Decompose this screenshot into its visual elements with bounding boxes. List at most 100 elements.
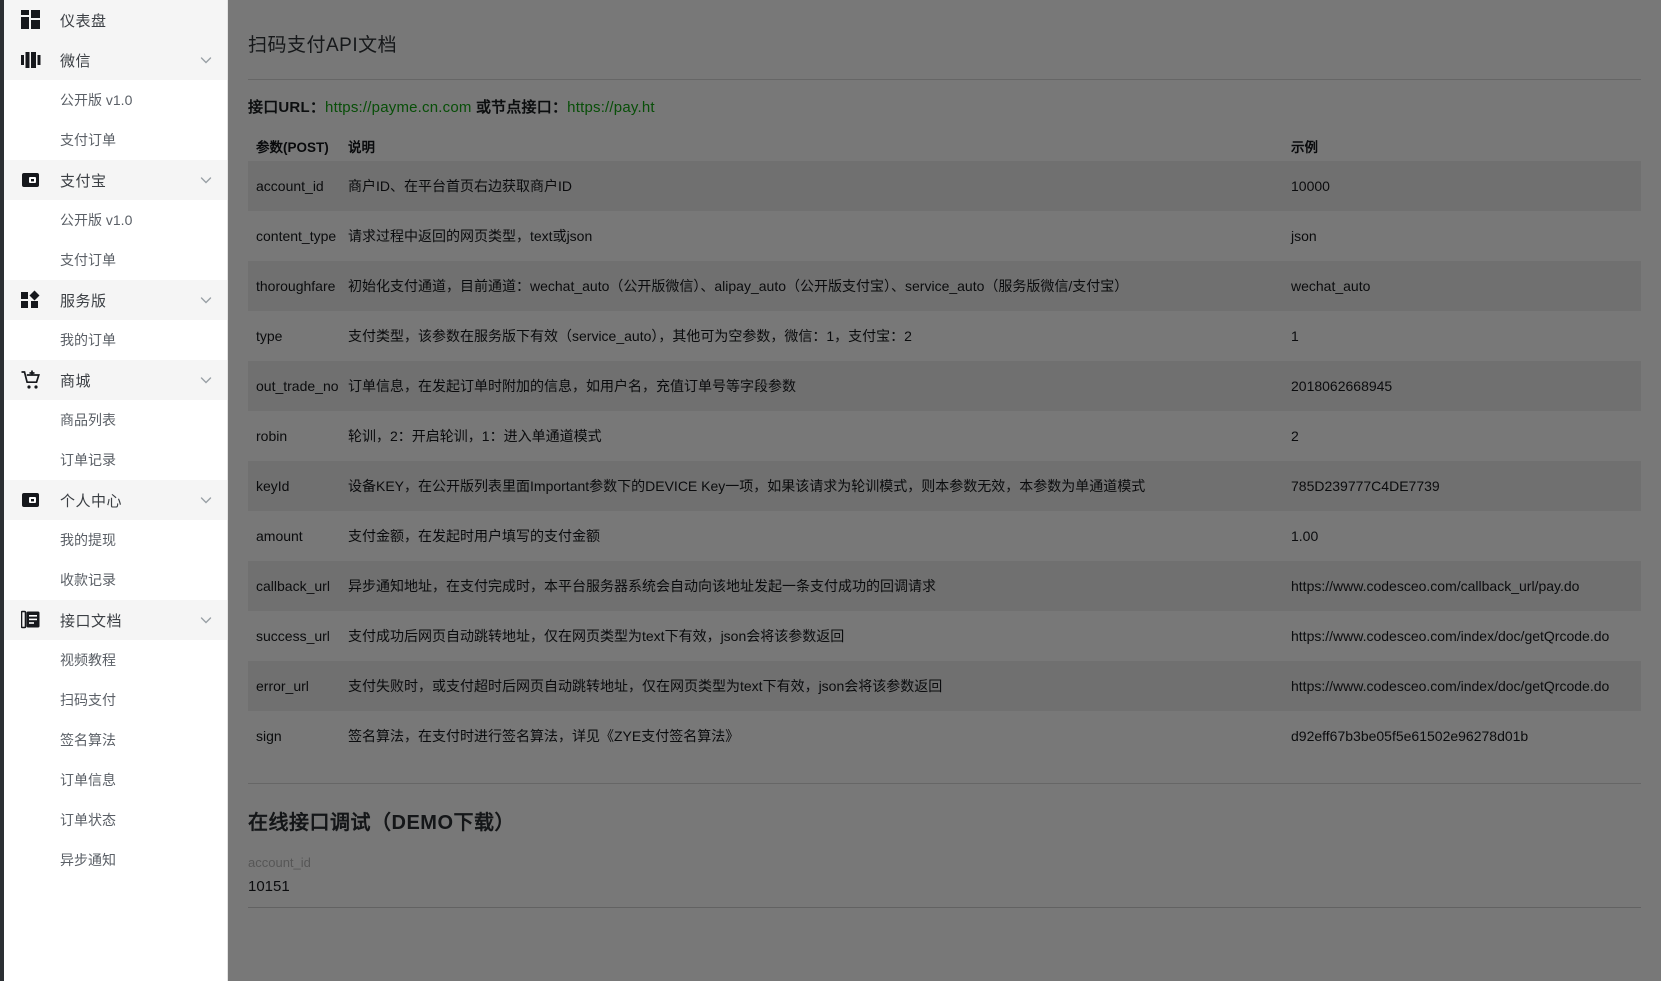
sidebar-item-label: 接口文档: [60, 612, 123, 630]
row-example: 2: [1291, 428, 1299, 444]
sidebar-item-微信[interactable]: 微信: [4, 40, 227, 80]
api-url-primary-link[interactable]: https://payme.cn.com: [325, 99, 472, 116]
sidebar-item-商城[interactable]: 商城: [4, 360, 227, 400]
sidebar-item-接口文档[interactable]: 接口文档: [4, 600, 227, 640]
sidebar-subitem-订单记录[interactable]: 订单记录: [4, 440, 227, 480]
sidebar-group-1: 仪表盘: [4, 0, 227, 40]
sidebar-item-label: 支付宝: [60, 172, 107, 190]
row-example: https://www.codesceo.com/index/doc/getQr…: [1291, 628, 1610, 644]
sidebar-subitem-公开版 v1.0[interactable]: 公开版 v1.0: [4, 80, 227, 120]
sidebar-item-label: 个人中心: [60, 492, 123, 510]
row-desc: 设备KEY，在公开版列表里面Important参数下的DEVICE Key一项，…: [348, 478, 1146, 494]
chevron-down-icon[interactable]: [199, 293, 213, 307]
sidebar-item-服务版[interactable]: 服务版: [4, 280, 227, 320]
sidebar-subitem-订单状态[interactable]: 订单状态: [4, 800, 227, 840]
chevron-down-icon[interactable]: [199, 173, 213, 187]
sidebar-item-label: 服务版: [60, 292, 107, 310]
page-title: 扫码支付API文档: [248, 35, 398, 56]
row-desc: 请求过程中返回的网页类型，text或json: [348, 228, 593, 244]
main-content: 扫码支付API文档 接口URL：https://payme.cn.com 或节点…: [228, 0, 1661, 981]
sidebar-subitem-视频教程[interactable]: 视频教程: [4, 640, 227, 680]
row-desc: 支付失败时，或支付超时后网页自动跳转地址，仅在网页类型为text下有效，json…: [348, 678, 943, 694]
row-param: account_id: [256, 178, 324, 194]
sidebar-item-仪表盘[interactable]: 仪表盘: [4, 0, 227, 40]
row-example: 1: [1291, 328, 1299, 344]
chevron-down-icon[interactable]: [199, 493, 213, 507]
api-url-label: 接口URL：: [248, 99, 326, 116]
params-table: 参数(POST) 说明 示例 account_id 商户ID、在平台首页右边获取商…: [248, 131, 1641, 761]
table-row: robin 轮训，2：开启轮训，1：进入单通道模式 2: [248, 411, 1641, 461]
row-example: 1.00: [1291, 528, 1319, 544]
table-row: sign 签名算法，在支付时进行签名算法，详见《ZYE支付签名算法》 d92eff6…: [248, 711, 1641, 761]
row-param: thoroughfare: [256, 278, 336, 294]
row-param: type: [256, 328, 283, 344]
table-row: error_url 支付失败时，或支付超时后网页自动跳转地址，仅在网页类型为tex…: [248, 661, 1641, 711]
row-param: out_trade_no: [256, 378, 339, 394]
row-param: sign: [256, 728, 282, 744]
table-row: keyId 设备KEY，在公开版列表里面Important参数下的DEVICE K…: [248, 461, 1641, 511]
row-param: error_url: [256, 678, 309, 694]
wechat-icon: [20, 49, 42, 71]
sidebar-subitem-收款记录[interactable]: 收款记录: [4, 560, 227, 600]
dashboard-icon: [20, 9, 42, 31]
row-param: content_type: [256, 228, 337, 244]
account-id-underline: [248, 907, 1641, 908]
row-param: keyId: [256, 478, 290, 494]
row-example: d92eff67b3be05f5e61502e96278d01b: [1291, 728, 1529, 744]
header-param: 参数(POST): [256, 140, 329, 155]
sidebar-subitem-签名算法[interactable]: 签名算法: [4, 720, 227, 760]
sidebar-submenu: 公开版 v1.0 支付订单: [4, 80, 227, 160]
sidebar-subitem-我的订单[interactable]: 我的订单: [4, 320, 227, 360]
sidebar-group-5: 商城商品列表 订单记录: [4, 360, 227, 480]
sidebar-item-label: 商城: [60, 372, 92, 390]
row-example: 10000: [1291, 178, 1330, 194]
table-row: success_url 支付成功后网页自动跳转地址，仅在网页类型为text下有效，…: [248, 611, 1641, 661]
sidebar-submenu: 我的提现 收款记录: [4, 520, 227, 600]
row-param: callback_url: [256, 578, 330, 594]
table-row: amount 支付金额，在发起时用户填写的支付金额 1.00: [248, 511, 1641, 561]
row-param: amount: [256, 528, 303, 544]
api-url-middle-text: 或节点接口：: [471, 99, 568, 116]
sidebar-subitem-支付订单[interactable]: 支付订单: [4, 240, 227, 280]
sidebar-item-个人中心[interactable]: 个人中心: [4, 480, 227, 520]
sidebar-item-支付宝[interactable]: 支付宝: [4, 160, 227, 200]
row-desc: 商户ID、在平台首页右边获取商户ID: [348, 178, 572, 194]
sidebar-subitem-商品列表[interactable]: 商品列表: [4, 400, 227, 440]
chevron-down-icon[interactable]: [199, 373, 213, 387]
api-url-node-link[interactable]: https://pay.ht: [567, 99, 655, 116]
sidebar-group-7: 接口文档视频教程 扫码支付 签名算法 订单信息 订单状态 异步通知: [4, 600, 227, 880]
row-example: 2018062668945: [1291, 378, 1393, 394]
chevron-down-icon[interactable]: [199, 53, 213, 67]
chevron-down-icon[interactable]: [199, 613, 213, 627]
row-desc: 订单信息，在发起订单时附加的信息，如用户名，充值订单号等字段参数: [348, 378, 796, 394]
row-param: robin: [256, 428, 288, 444]
row-example: https://www.codesceo.com/callback_url/pa…: [1291, 578, 1580, 594]
sidebar-group-4: 服务版我的订单: [4, 280, 227, 360]
row-param: success_url: [256, 628, 330, 644]
sidebar-submenu: 商品列表 订单记录: [4, 400, 227, 480]
sidebar-submenu: 我的订单: [4, 320, 227, 360]
row-example: json: [1291, 228, 1317, 244]
sidebar-item-label: 微信: [60, 52, 92, 70]
sidebar-subitem-订单信息[interactable]: 订单信息: [4, 760, 227, 800]
sidebar-subitem-扫码支付[interactable]: 扫码支付: [4, 680, 227, 720]
alipay-icon: [20, 169, 42, 191]
account-id-input[interactable]: 10151: [248, 870, 1641, 895]
api-url-line: 接口URL：https://payme.cn.com 或节点接口：https:/…: [228, 80, 1661, 117]
row-desc: 轮训，2：开启轮训，1：进入单通道模式: [348, 428, 602, 444]
table-row: account_id 商户ID、在平台首页右边获取商户ID 10000: [248, 161, 1641, 211]
sidebar-subitem-公开版 v1.0[interactable]: 公开版 v1.0: [4, 200, 227, 240]
row-example: 785D239777C4DE7739: [1291, 478, 1440, 494]
sidebar-submenu: 公开版 v1.0 支付订单: [4, 200, 227, 280]
wallet-icon: [20, 489, 42, 511]
sidebar-subitem-支付订单[interactable]: 支付订单: [4, 120, 227, 160]
sidebar-subitem-我的提现[interactable]: 我的提现: [4, 520, 227, 560]
row-desc: 支付成功后网页自动跳转地址，仅在网页类型为text下有效，json会将该参数返回: [348, 628, 845, 644]
table-row: out_trade_no 订单信息，在发起订单时附加的信息，如用户名，充值订单号等…: [248, 361, 1641, 411]
document-icon: [20, 609, 42, 631]
sidebar: 仪表盘 微信 公开版 v1.0 支付订单 支付宝 公开版 v1.0 支付订单 服务版 我的订单商…: [4, 0, 228, 981]
sidebar-subitem-异步通知[interactable]: 异步通知: [4, 840, 227, 880]
account-id-field[interactable]: account_id 10151: [248, 855, 1641, 908]
app-root: 仪表盘 微信 公开版 v1.0 支付订单 支付宝 公开版 v1.0 支付订单 服务版 我的订单商…: [0, 0, 1661, 981]
demo-section-title: 在线接口调试（DEMO下载）: [248, 812, 515, 834]
